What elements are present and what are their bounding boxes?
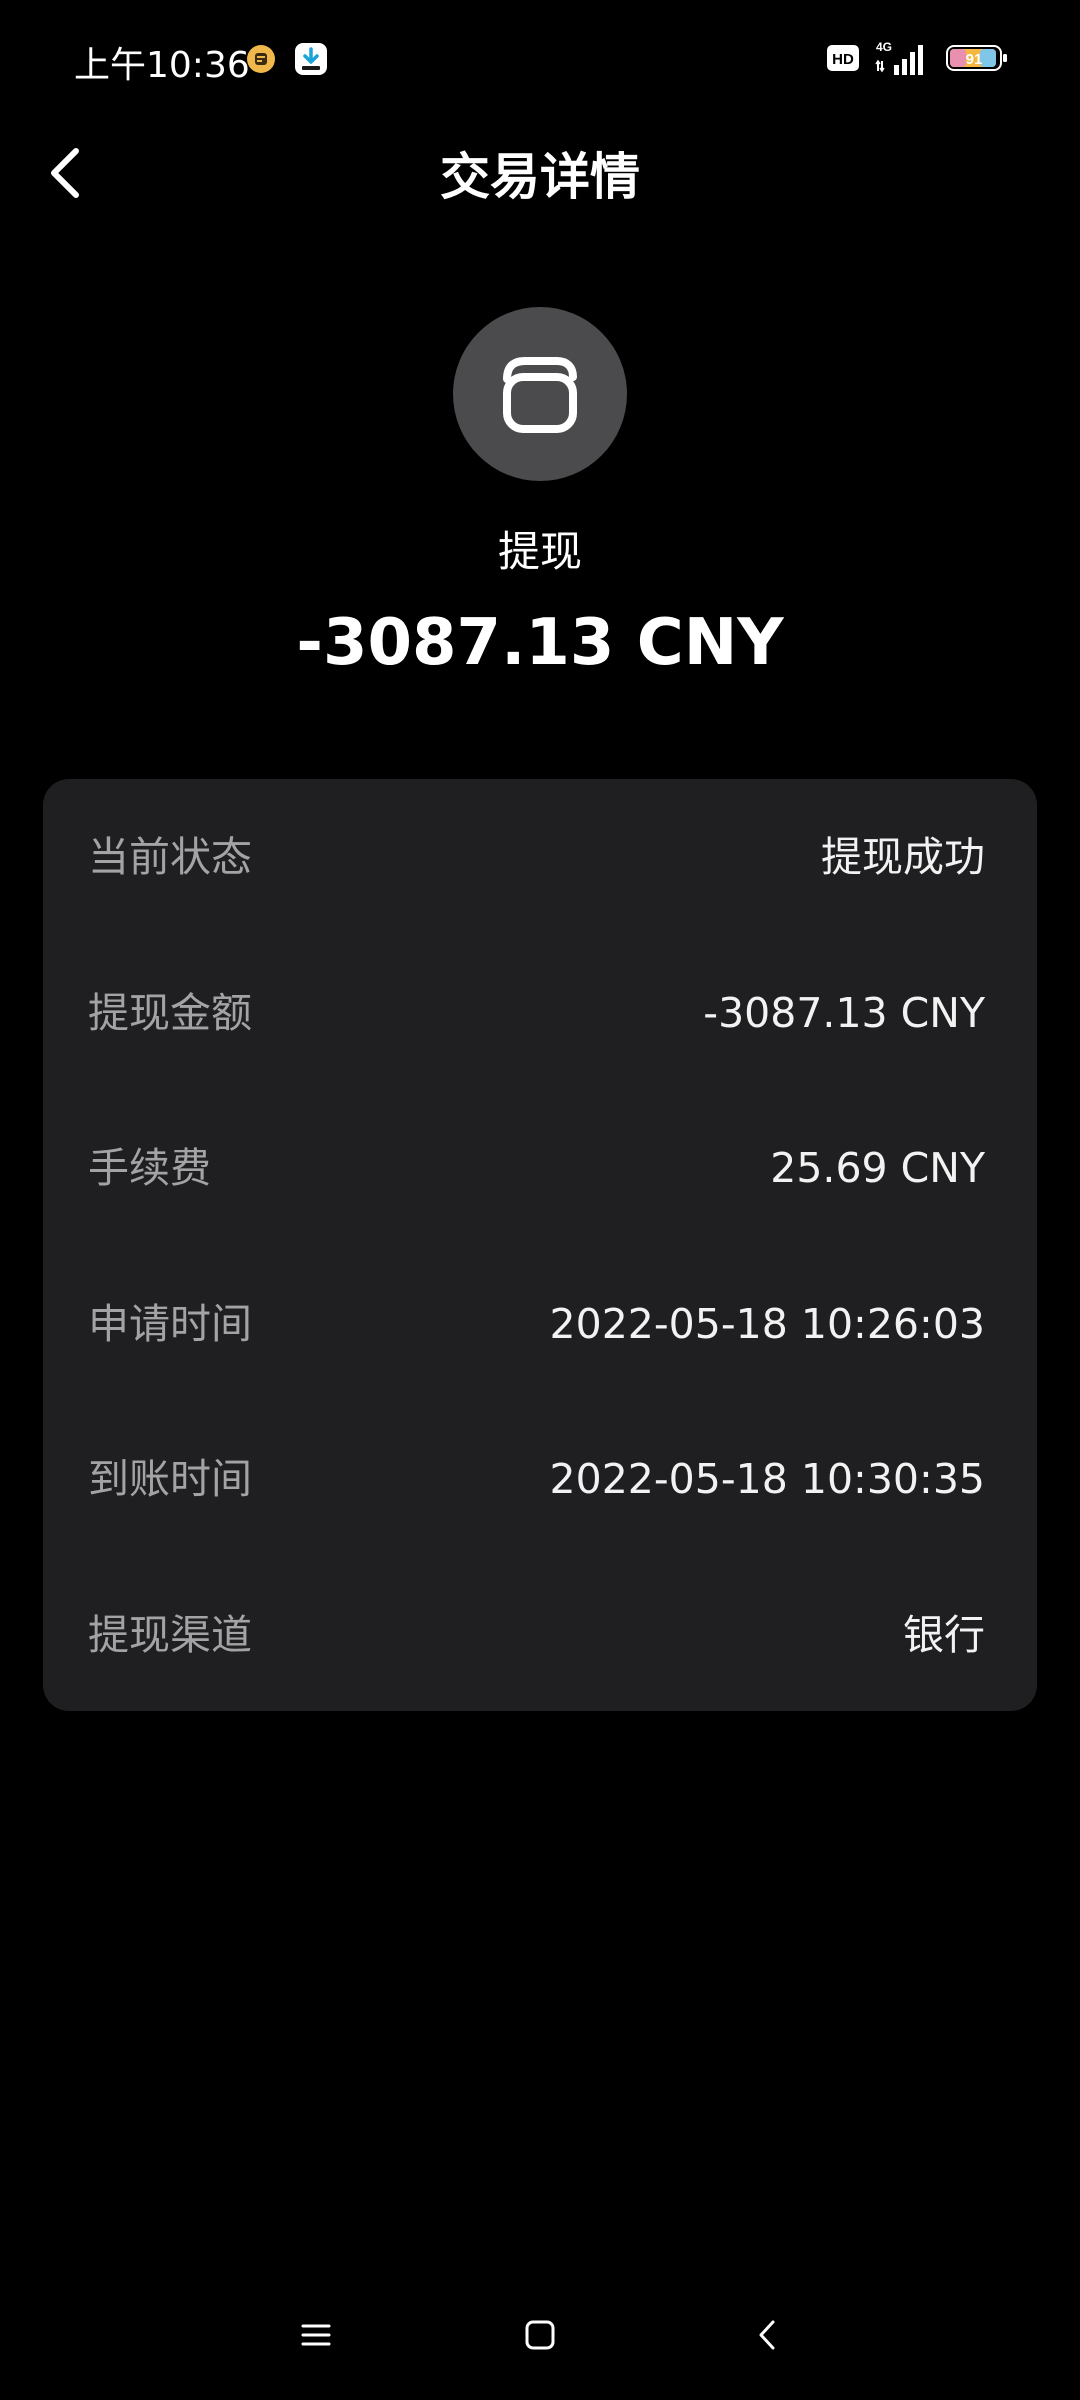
detail-value: -3087.13 CNY [703,989,985,1037]
menu-icon [301,2324,331,2346]
network-type-label: 4G [876,40,892,54]
system-nav-bar [0,2290,1080,2380]
battery-level: 91 [966,51,983,68]
wallet-icon [503,357,577,433]
hd-icon: HD [826,43,860,73]
svg-text:HD: HD [832,51,854,68]
transaction-amount: -3087.13 CNY [296,606,784,680]
transaction-type-label: 提现 [497,527,582,576]
detail-row-amount: 提现金额 -3087.13 CNY [43,935,1037,1091]
detail-label: 手续费 [88,1144,211,1192]
download-icon [294,42,328,76]
status-bar: 上午10:36 HD 4G 91 [0,0,1080,118]
transaction-type-icon [453,307,627,481]
detail-label: 提现金额 [88,989,252,1037]
detail-row-arrival-time: 到账时间 2022-05-18 10:30:35 [43,1401,1037,1557]
detail-row-apply-time: 申请时间 2022-05-18 10:26:03 [43,1246,1037,1402]
page-title: 交易详情 [440,148,640,206]
detail-value: 25.69 CNY [770,1144,985,1192]
header: 交易详情 [0,118,1080,236]
detail-row-fee: 手续费 25.69 CNY [43,1090,1037,1246]
detail-label: 提现渠道 [88,1611,252,1659]
notification-app-icon [246,44,276,74]
detail-value: 银行 [903,1611,985,1659]
detail-label: 申请时间 [88,1300,252,1348]
signal-4g-icon: 4G [874,39,930,77]
nav-back-button[interactable] [738,2310,798,2360]
detail-label: 到账时间 [88,1455,252,1503]
back-triangle-icon [759,2320,775,2350]
home-square-icon [525,2320,555,2350]
detail-row-channel: 提现渠道 银行 [43,1557,1037,1713]
detail-value: 2022-05-18 10:30:35 [549,1455,985,1503]
status-right-group: HD 4G 91 [826,38,1008,78]
detail-label: 当前状态 [88,833,252,881]
nav-home-button[interactable] [510,2310,570,2360]
detail-row-status: 当前状态 提现成功 [43,779,1037,935]
battery-icon: 91 [946,43,1008,73]
detail-value: 提现成功 [821,833,985,881]
nav-menu-button[interactable] [286,2310,346,2360]
status-time: 上午10:36 [74,45,250,86]
transaction-detail-card: 当前状态 提现成功 提现金额 -3087.13 CNY 手续费 25.69 CN… [43,779,1037,1711]
detail-value: 2022-05-18 10:26:03 [549,1300,985,1348]
